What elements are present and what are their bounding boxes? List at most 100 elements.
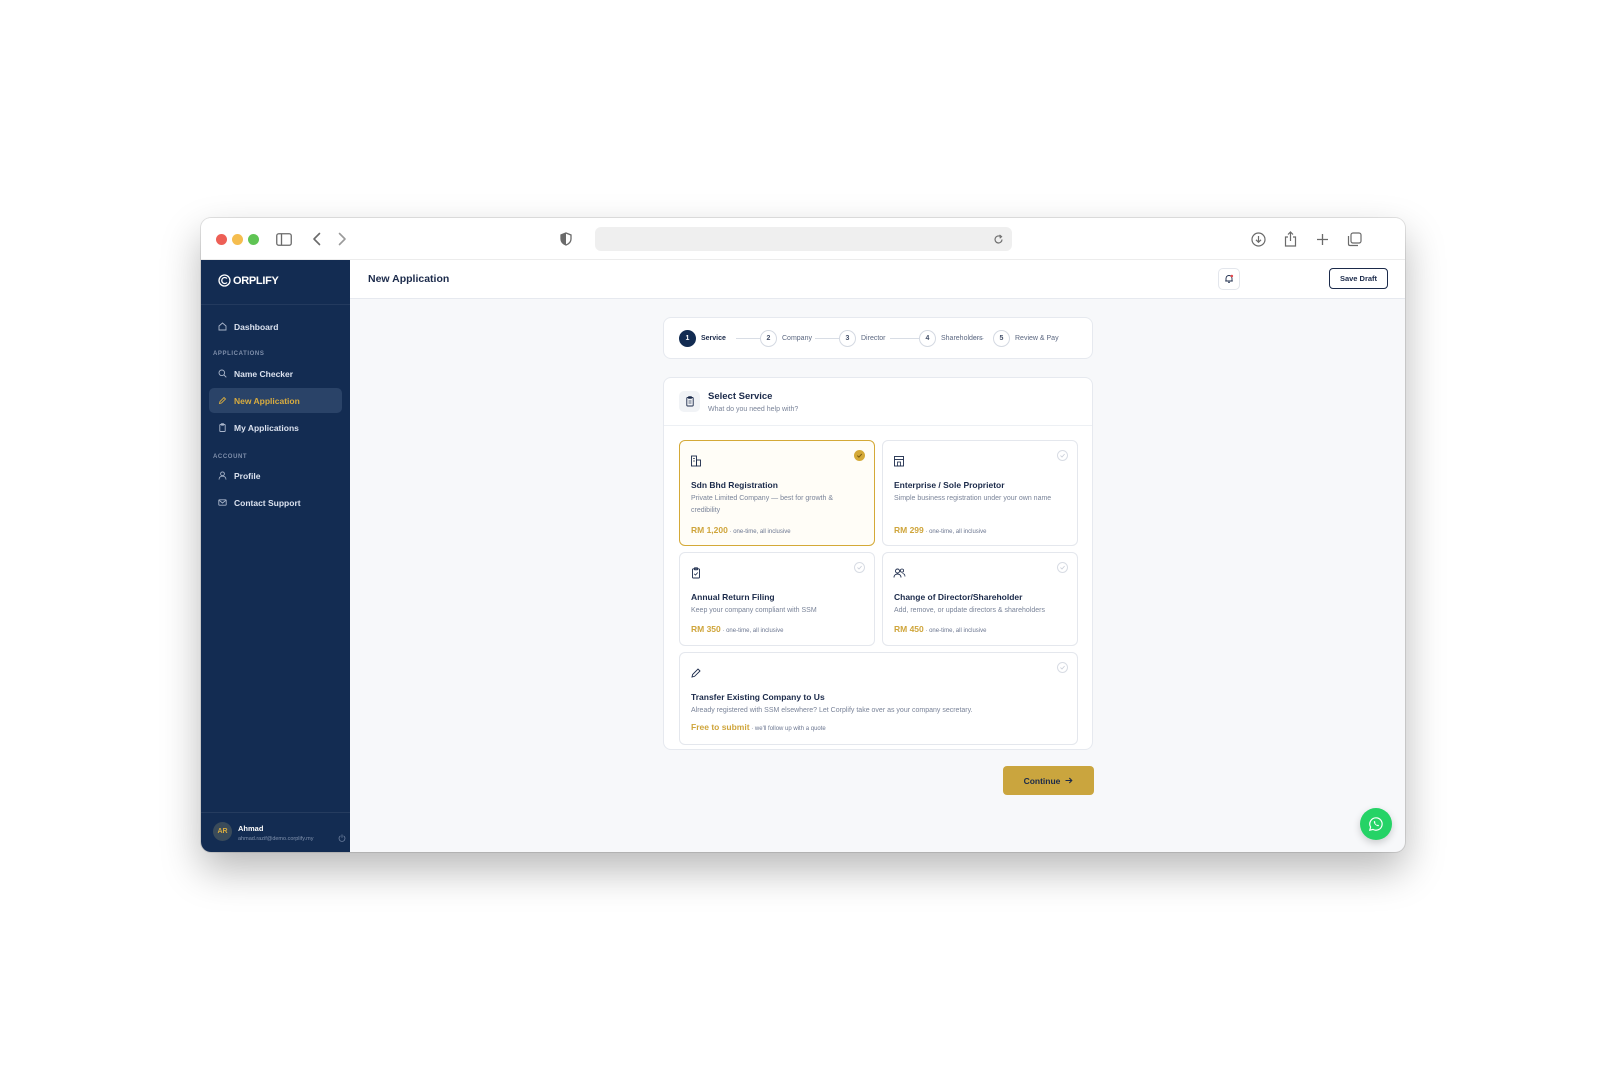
step-label: Review & Pay xyxy=(1015,335,1059,342)
price-note: · one-time, all inclusive xyxy=(720,628,784,634)
sidebar-item-label: Contact Support xyxy=(234,497,301,508)
option-title: Sdn Bhd Registration xyxy=(691,480,778,490)
sidebar-item-contact-support[interactable]: Contact Support xyxy=(209,490,342,515)
price-value: RM 299 xyxy=(894,525,924,535)
unselected-check-icon xyxy=(1057,562,1068,573)
option-price: RM 450 · one-time, all inclusive xyxy=(894,624,986,634)
reload-icon[interactable] xyxy=(988,229,1008,249)
mail-icon xyxy=(218,499,227,506)
close-window-button[interactable] xyxy=(216,234,227,245)
privacy-shield-icon[interactable] xyxy=(556,229,576,249)
select-service-panel: Select Service What do you need help wit… xyxy=(663,377,1093,750)
minimize-window-button[interactable] xyxy=(232,234,243,245)
price-value: Free to submit xyxy=(691,722,750,732)
logo[interactable]: ORPLIFY xyxy=(218,274,279,287)
option-price: RM 1,200 · one-time, all inclusive xyxy=(691,525,791,535)
option-description: Already registered with SSM elsewhere? L… xyxy=(691,707,973,714)
step-number: 1 xyxy=(679,330,696,347)
step-connector xyxy=(736,338,760,339)
option-description: Add, remove, or update directors & share… xyxy=(894,607,1045,614)
share-icon[interactable] xyxy=(1280,229,1300,249)
sidebar: ORPLIFY Dashboard APPLICATIONS Name Chec… xyxy=(201,260,350,852)
tab-overview-icon[interactable] xyxy=(1344,229,1364,249)
step-number: 3 xyxy=(839,330,856,347)
logo-mark-icon xyxy=(218,274,231,287)
continue-label: Continue xyxy=(1023,775,1061,786)
sidebar-divider xyxy=(201,304,350,305)
option-price: Free to submit · we'll follow up with a … xyxy=(691,722,826,732)
top-header: New Application Save Draft xyxy=(350,260,1405,299)
unselected-check-icon xyxy=(1057,662,1068,673)
sidebar-item-label: Profile xyxy=(234,470,261,481)
sidebar-item-dashboard[interactable]: Dashboard xyxy=(209,314,342,339)
panel-title: Select Service xyxy=(708,391,773,402)
unselected-check-icon xyxy=(854,562,865,573)
service-option-enterprise[interactable]: Enterprise / Sole Proprietor Simple busi… xyxy=(882,440,1078,546)
option-title: Change of Director/Shareholder xyxy=(894,592,1023,602)
maximize-window-button[interactable] xyxy=(248,234,259,245)
clipboard-check-icon xyxy=(690,566,702,584)
sidebar-item-label: My Applications xyxy=(234,422,299,433)
option-title: Annual Return Filing xyxy=(691,592,775,602)
sidebar-item-name-checker[interactable]: Name Checker xyxy=(209,361,342,386)
step-company[interactable]: 2 Company xyxy=(760,330,812,347)
sidebar-toggle-icon[interactable] xyxy=(274,229,294,249)
option-description: Simple business registration under your … xyxy=(894,495,1052,502)
service-option-sdn-bhd[interactable]: Sdn Bhd Registration Private Limited Com… xyxy=(679,440,875,546)
progress-stepper: 1 Service 2 Company 3 Director 4 Shareho… xyxy=(663,317,1093,359)
sidebar-item-label: New Application xyxy=(234,395,300,406)
option-description: Private Limited Company — best for growt… xyxy=(691,495,834,514)
price-value: RM 350 xyxy=(691,624,721,634)
option-title: Transfer Existing Company to Us xyxy=(691,692,825,702)
browser-toolbar xyxy=(201,218,1405,260)
logout-icon[interactable] xyxy=(338,829,346,847)
step-label: Shareholders xyxy=(941,335,983,342)
sidebar-item-profile[interactable]: Profile xyxy=(209,463,342,488)
download-icon[interactable] xyxy=(1248,229,1268,249)
new-tab-icon[interactable] xyxy=(1312,229,1332,249)
section-label-applications: APPLICATIONS xyxy=(213,351,265,357)
step-director[interactable]: 3 Director xyxy=(839,330,886,347)
address-bar[interactable] xyxy=(595,227,1012,251)
price-note: · one-time, all inclusive xyxy=(727,529,791,535)
avatar[interactable]: AR xyxy=(213,822,232,841)
forward-icon[interactable] xyxy=(332,229,352,249)
step-shareholders[interactable]: 4 Shareholders xyxy=(919,330,983,347)
notifications-button[interactable] xyxy=(1218,268,1240,290)
price-note: · one-time, all inclusive xyxy=(923,529,987,535)
step-service[interactable]: 1 Service xyxy=(679,330,726,347)
whatsapp-chat-button[interactable] xyxy=(1360,808,1392,840)
step-review-pay[interactable]: 5 Review & Pay xyxy=(993,330,1059,347)
home-icon xyxy=(218,322,227,331)
sidebar-item-label: Name Checker xyxy=(234,368,294,379)
store-icon xyxy=(893,454,905,472)
price-value: RM 1,200 xyxy=(691,525,728,535)
step-label: Director xyxy=(861,335,886,342)
browser-window: ORPLIFY Dashboard APPLICATIONS Name Chec… xyxy=(201,218,1405,852)
pencil-icon xyxy=(690,666,702,684)
bell-icon xyxy=(1225,274,1234,283)
sidebar-item-new-application[interactable]: New Application xyxy=(209,388,342,413)
service-option-transfer-company[interactable]: Transfer Existing Company to Us Already … xyxy=(679,652,1078,745)
clipboard-icon xyxy=(219,423,226,432)
selected-check-icon xyxy=(854,450,865,461)
save-draft-button[interactable]: Save Draft xyxy=(1329,268,1388,289)
back-icon[interactable] xyxy=(307,229,327,249)
continue-button[interactable]: Continue xyxy=(1003,766,1094,795)
price-value: RM 450 xyxy=(894,624,924,634)
users-icon xyxy=(893,566,906,584)
sidebar-divider xyxy=(201,812,350,813)
price-note: · we'll follow up with a quote xyxy=(749,726,826,732)
service-option-annual-return[interactable]: Annual Return Filing Keep your company c… xyxy=(679,552,875,646)
user-email: ahmad.razif@demo.corplify.my xyxy=(238,836,314,842)
price-note: · one-time, all inclusive xyxy=(923,628,987,634)
user-name: Ahmad xyxy=(238,824,264,833)
search-icon xyxy=(218,369,227,378)
sidebar-item-label: Dashboard xyxy=(234,321,279,332)
panel-subtitle: What do you need help with? xyxy=(708,406,799,413)
option-price: RM 350 · one-time, all inclusive xyxy=(691,624,783,634)
option-description: Keep your company compliant with SSM xyxy=(691,607,817,614)
service-option-change-director[interactable]: Change of Director/Shareholder Add, remo… xyxy=(882,552,1078,646)
sidebar-item-my-applications[interactable]: My Applications xyxy=(209,415,342,440)
step-label: Company xyxy=(782,335,812,342)
